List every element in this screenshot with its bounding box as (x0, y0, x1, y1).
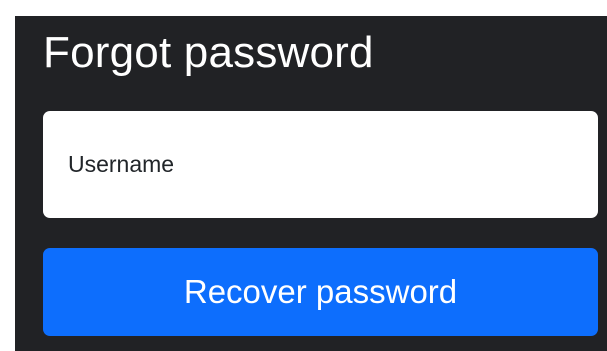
username-input[interactable] (43, 111, 598, 218)
recover-password-button[interactable]: Recover password (43, 248, 598, 336)
page-title: Forgot password (43, 28, 374, 77)
forgot-password-panel: Forgot password Recover password (15, 16, 607, 351)
username-field-container (43, 111, 598, 218)
